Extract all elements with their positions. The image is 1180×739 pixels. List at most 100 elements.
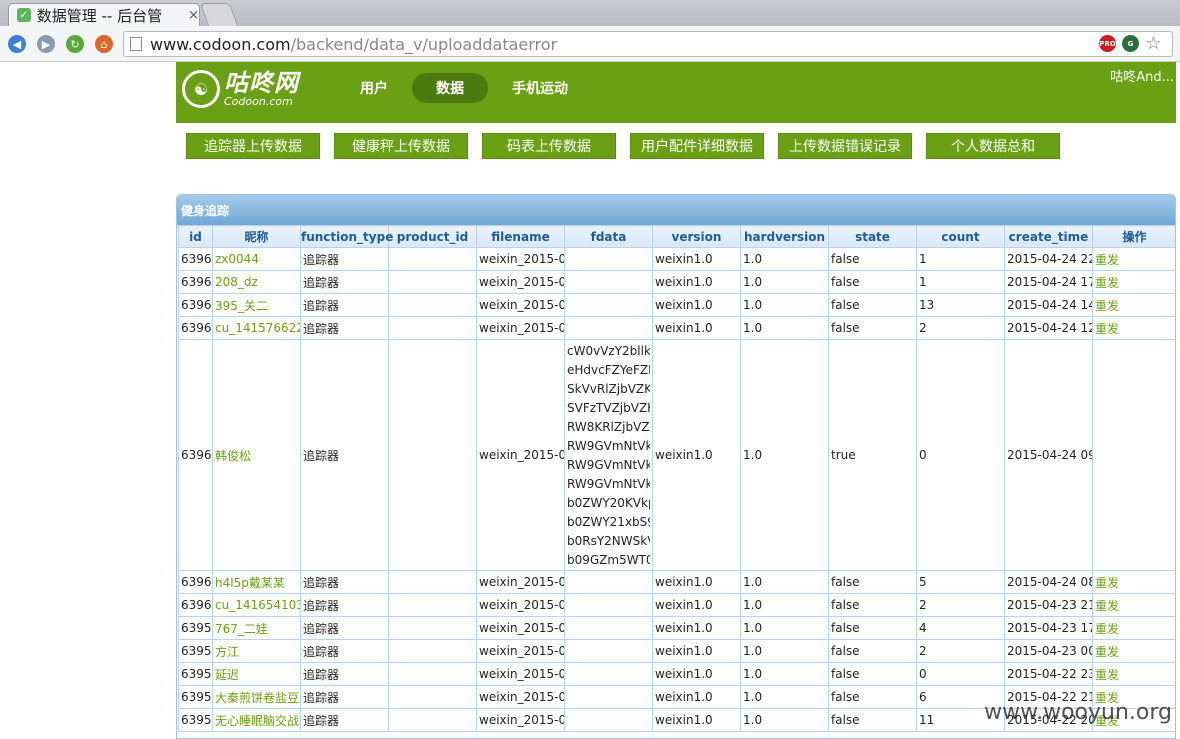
browser-tab-active[interactable]: ✓ 数据管理 -- 后台管 × <box>8 3 200 26</box>
cell-nick[interactable]: 无心睡眠脑交战 <box>212 708 301 732</box>
cell-time: 2015-04-23 17:3 <box>1004 616 1093 640</box>
table-row: 63957延迟追踪器 weixin_2015-04- weixin1.01.0fal… <box>178 662 1175 686</box>
cell-time: 2015-04-24 08:4 <box>1004 570 1093 594</box>
cell-state: false <box>828 685 917 709</box>
cell-op[interactable]: 重发 <box>1092 570 1175 594</box>
cell-nick[interactable]: h4l5p戴某某 <box>212 570 301 594</box>
cell-nick[interactable]: 方江 <box>212 639 301 663</box>
scale-upload-button[interactable]: 健康秤上传数据 <box>334 133 468 159</box>
tab-close-icon[interactable]: × <box>188 8 199 23</box>
cell-state: true <box>828 339 917 571</box>
logo-text-cn: 咕咚网 <box>224 69 299 97</box>
cell-id: 63955 <box>178 708 213 732</box>
cell-ftype: 追踪器 <box>300 293 389 317</box>
table-row: 63958方江追踪器 weixin_2015-04- weixin1.01.0fal… <box>178 639 1175 663</box>
cell-count: 2 <box>916 639 1005 663</box>
col-nickname[interactable]: 昵称 <box>212 225 301 248</box>
cell-nick[interactable]: 延迟 <box>212 662 301 686</box>
cell-ftype: 追踪器 <box>300 708 389 732</box>
cell-op[interactable]: 重发 <box>1092 270 1175 294</box>
cell-hw: 1.0 <box>740 270 829 294</box>
col-create-time[interactable]: create_time <box>1004 225 1093 248</box>
upload-error-table: id 昵称 function_type product_id filename … <box>178 225 1175 732</box>
cell-time: 2015-04-24 17:2 <box>1004 270 1093 294</box>
col-hardversion[interactable]: hardversion <box>740 225 829 248</box>
cell-id: 63964 <box>178 293 213 317</box>
fdata-line: b0ZWY21xbS9X <box>567 515 650 529</box>
cell-time: 2015-04-23 21:5 <box>1004 593 1093 617</box>
reload-icon[interactable]: ↻ <box>66 35 84 53</box>
back-arrow-icon[interactable]: ◀ <box>8 35 26 53</box>
cell-ftype: 追踪器 <box>300 316 389 340</box>
col-fdata[interactable]: fdata <box>564 225 653 248</box>
cell-ftype: 追踪器 <box>300 662 389 686</box>
codoon-logo-icon: ☯ <box>182 70 220 108</box>
col-count[interactable]: count <box>916 225 1005 248</box>
cell-pid <box>388 662 477 686</box>
cell-fdata <box>564 593 653 617</box>
fdata-line: eHdvcFZYeFZK <box>567 363 650 377</box>
cell-op[interactable]: 重发 <box>1092 293 1175 317</box>
cell-state: false <box>828 616 917 640</box>
col-function-type[interactable]: function_type <box>300 225 393 248</box>
cell-nick[interactable]: 208_dz <box>212 270 301 294</box>
cell-file: weixin_2015-04- <box>476 708 565 732</box>
cell-nick[interactable]: cu_1416541039 <box>212 593 301 617</box>
cell-op[interactable]: 重发 <box>1092 316 1175 340</box>
cell-op[interactable]: 重发 <box>1092 639 1175 663</box>
nav-item-mobile-sports[interactable]: 手机运动 <box>488 73 592 103</box>
cell-op[interactable] <box>1092 339 1175 571</box>
tracker-upload-button[interactable]: 追踪器上传数据 <box>186 133 320 159</box>
cell-nick[interactable]: zx0044 <box>212 247 301 271</box>
cell-file: weixin_2015-04- <box>476 339 565 571</box>
cell-nick[interactable]: 767_二娃 <box>212 616 301 640</box>
cell-hw: 1.0 <box>740 570 829 594</box>
fdata-line: SVFzTVZjbVZK <box>567 401 650 415</box>
forward-arrow-icon[interactable]: ▶ <box>37 35 55 53</box>
col-filename[interactable]: filename <box>476 225 565 248</box>
address-bar[interactable]: www.codoon.com /backend/data_v/uploaddat… <box>123 31 1173 57</box>
cell-pid <box>388 593 477 617</box>
accessory-detail-button[interactable]: 用户配件详细数据 <box>630 133 764 159</box>
cell-op[interactable]: 重发 <box>1092 593 1175 617</box>
nav-item-data[interactable]: 数据 <box>412 73 488 103</box>
cell-pid <box>388 570 477 594</box>
cell-fdata <box>564 662 653 686</box>
cell-pid <box>388 339 477 571</box>
cell-nick[interactable]: 大秦煎饼卷盐豆 <box>212 685 301 709</box>
upload-error-log-button[interactable]: 上传数据错误记录 <box>778 133 912 159</box>
new-tab-button[interactable] <box>199 3 239 26</box>
table-row: 63960cu_1416541039追踪器 weixin_2015-04- weix… <box>178 593 1175 617</box>
page-content: ☯ 咕咚网 Codoon.com 用户 数据 手机运动 咕咚And... 追踪器… <box>0 62 1180 739</box>
col-id[interactable]: id <box>178 225 213 248</box>
nav-item-users[interactable]: 用户 <box>336 73 412 103</box>
cell-state: false <box>828 316 917 340</box>
cell-op[interactable]: 重发 <box>1092 247 1175 271</box>
home-icon[interactable]: ⌂ <box>95 35 113 53</box>
page-icon <box>130 37 142 51</box>
cell-nick[interactable]: 韩俊松 <box>212 339 301 571</box>
cell-op[interactable]: 重发 <box>1092 662 1175 686</box>
personal-data-summary-button[interactable]: 个人数据总和 <box>926 133 1060 159</box>
cell-time: 2015-04-24 12:3 <box>1004 316 1093 340</box>
cell-hw: 1.0 <box>740 639 829 663</box>
codoon-logo[interactable]: ☯ 咕咚网 Codoon.com <box>182 70 299 108</box>
bike-meter-upload-button[interactable]: 码表上传数据 <box>482 133 616 159</box>
cell-nick[interactable]: 395_关二 <box>212 293 301 317</box>
cell-time: 2015-04-23 00:3 <box>1004 639 1093 663</box>
pro-extension-icon[interactable]: PRO <box>1099 35 1116 52</box>
col-state[interactable]: state <box>828 225 917 248</box>
col-product-id[interactable]: product_id <box>388 225 477 248</box>
bookmark-star-icon[interactable]: ☆ <box>1145 33 1162 54</box>
fdata-line: b09GZm5WT01 <box>567 553 650 567</box>
fdata-line: RW9GVmNtVkp <box>567 439 650 453</box>
current-user[interactable]: 咕咚And... <box>1110 66 1174 85</box>
cell-fdata <box>564 708 653 732</box>
cell-nick[interactable]: cu_1415766222 <box>212 316 301 340</box>
col-version[interactable]: version <box>652 225 741 248</box>
cell-pid <box>388 247 477 271</box>
cell-pid <box>388 616 477 640</box>
cell-op[interactable]: 重发 <box>1092 616 1175 640</box>
g-extension-icon[interactable]: G <box>1122 35 1139 52</box>
cell-fdata <box>564 316 653 340</box>
